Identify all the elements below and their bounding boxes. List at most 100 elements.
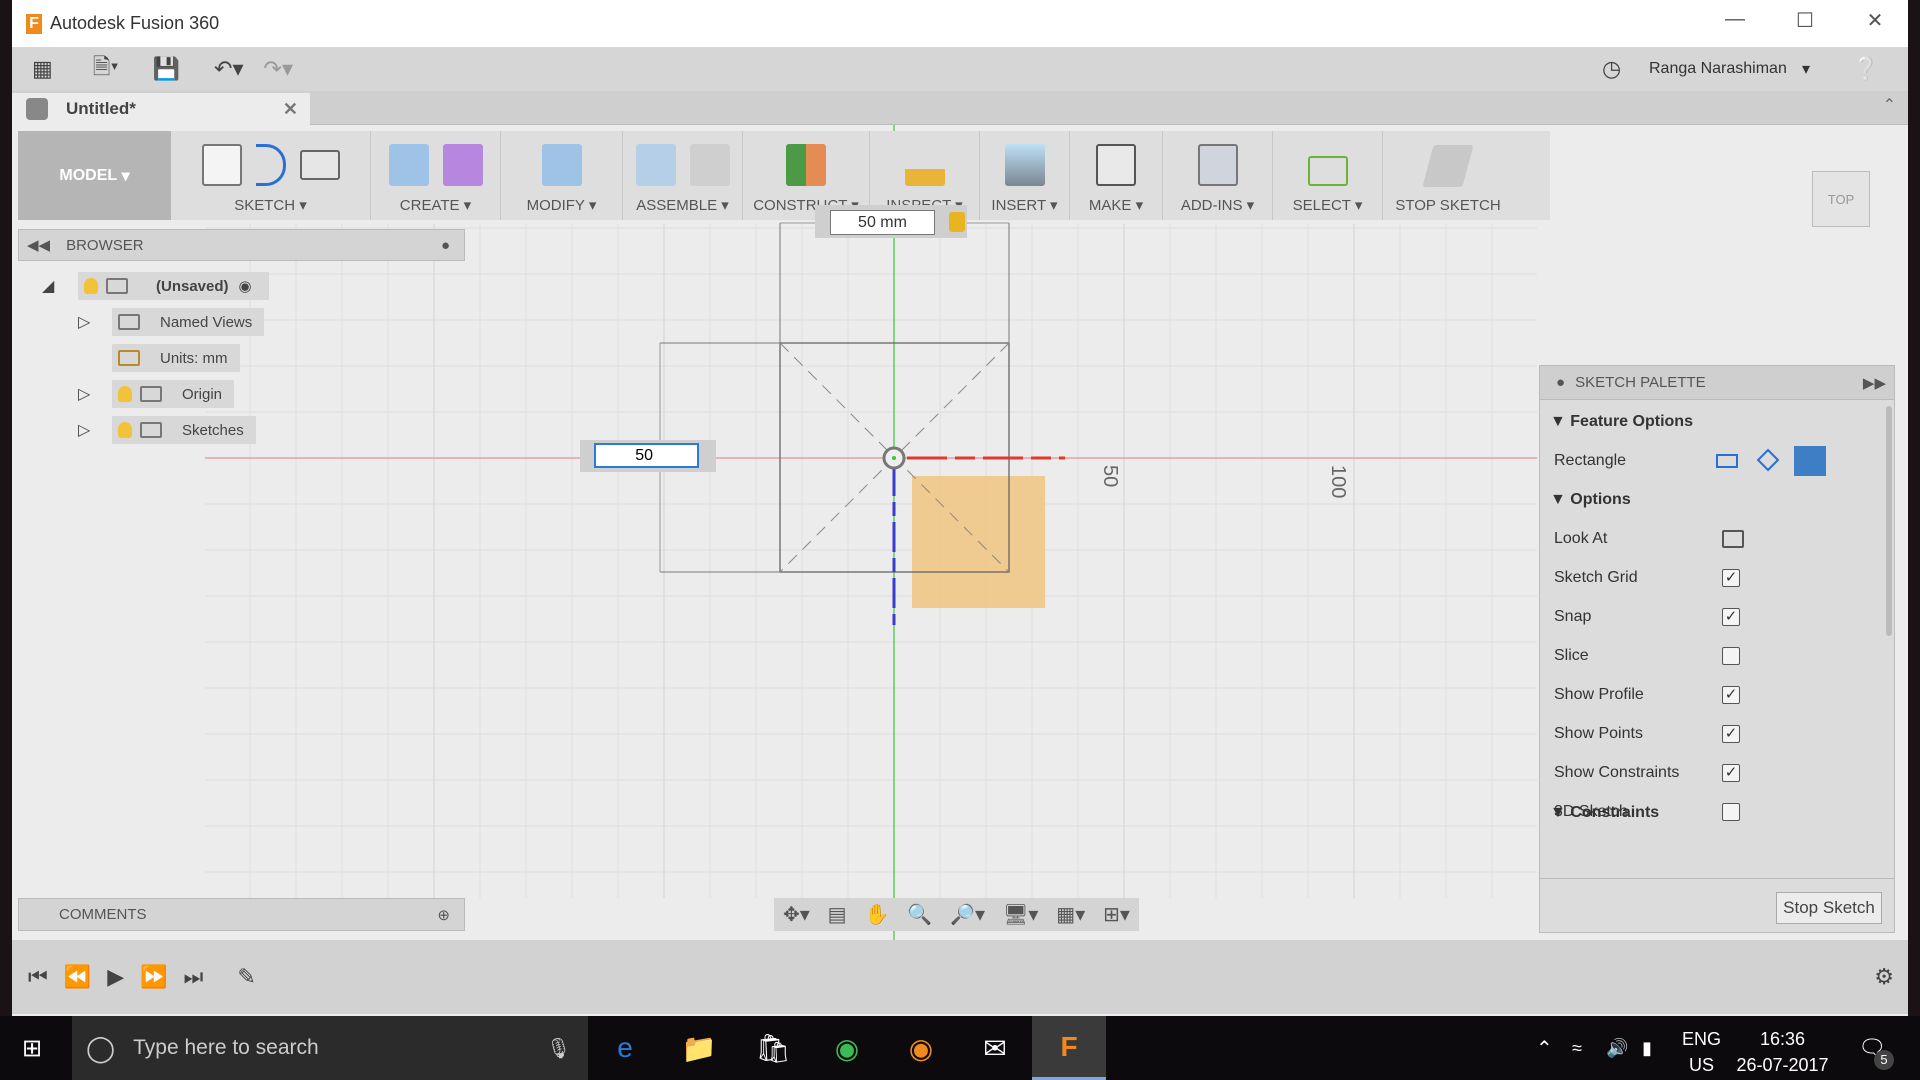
expand-triangle-icon[interactable]: ▷ (78, 420, 100, 440)
feature-options-section[interactable]: ▼ Feature Options (1540, 405, 1880, 439)
modify-menu[interactable]: MODIFY ▾ (527, 196, 597, 214)
close-tab-icon[interactable]: ✕ (283, 99, 298, 120)
select-menu[interactable]: SELECT ▾ (1293, 196, 1363, 214)
browser-item-named-views[interactable]: ▷ Named Views (78, 308, 265, 336)
browser-minimize-icon[interactable]: ● (441, 237, 450, 254)
scripts-addins-icon[interactable] (1197, 144, 1238, 186)
battery-icon[interactable]: ▮ (1642, 1038, 1652, 1059)
save-icon[interactable]: 💾 (153, 56, 180, 82)
windows-start-icon[interactable]: ⊞ (22, 1034, 42, 1063)
horizontal-dimension-field[interactable]: 50 mm (830, 210, 935, 235)
go-to-end-icon[interactable]: ⏭ (184, 964, 204, 990)
view-cube[interactable]: TOP (1812, 171, 1870, 227)
palette-scrollbar[interactable] (1886, 406, 1892, 636)
go-to-start-icon[interactable]: ⏮ (28, 964, 48, 990)
option-checkbox[interactable]: ✓ (1722, 725, 1740, 743)
edge-browser-icon[interactable]: e (588, 1016, 662, 1080)
option-checkbox[interactable]: ✓ (1722, 686, 1740, 704)
three-point-rectangle-icon[interactable] (1756, 448, 1780, 472)
sketch-group[interactable]: SKETCH ▾ (171, 131, 371, 220)
visibility-bulb-icon[interactable] (118, 422, 132, 438)
browser-item-origin[interactable]: ▷ Origin (78, 380, 235, 408)
center-rectangle-icon[interactable] (1794, 446, 1826, 476)
user-menu-chevron-icon[interactable]: ▾ (1802, 59, 1810, 79)
options-section[interactable]: ▼ Options (1540, 483, 1880, 517)
viewports-icon[interactable]: ⊞▾ (1103, 902, 1130, 927)
undo-icon[interactable]: ↶▾ (214, 56, 243, 82)
insert-group[interactable]: INSERT ▾ (980, 131, 1070, 220)
new-component-icon[interactable] (635, 144, 676, 186)
rectangle-icon[interactable] (299, 150, 340, 180)
wifi-icon[interactable]: ≈ (1572, 1038, 1582, 1059)
clock[interactable]: 16:36 26-07-2017 (1735, 1026, 1830, 1078)
expand-triangle-icon[interactable]: ▷ (78, 312, 100, 332)
select-group[interactable]: SELECT ▾ (1273, 131, 1383, 220)
step-forward-icon[interactable]: ⏩ (140, 964, 167, 990)
add-comment-icon[interactable]: ⊕ (437, 906, 450, 924)
workspace-switcher[interactable]: MODEL ▾ (18, 131, 171, 220)
collapse-toolbar-chevron-icon[interactable]: ⌃ (1883, 95, 1896, 115)
data-panel-grid-icon[interactable]: ▦ (32, 56, 53, 82)
taskbar-search-box[interactable]: ◯ Type here to search 🎙 (72, 1016, 588, 1080)
offset-plane-icon[interactable] (786, 144, 826, 186)
3d-print-icon[interactable] (1096, 144, 1136, 186)
stop-sketch-button[interactable]: Stop Sketch (1776, 892, 1882, 924)
modify-group[interactable]: MODIFY ▾ (501, 131, 623, 220)
look-at-icon[interactable] (1722, 530, 1744, 548)
measure-icon[interactable] (904, 144, 945, 186)
insert-image-icon[interactable] (1004, 144, 1045, 186)
document-tab[interactable]: Untitled* ✕ (12, 93, 310, 125)
browser-panel-header[interactable]: ◀◀ BROWSER ● (18, 229, 465, 261)
fit-icon[interactable]: 🔎▾ (950, 902, 985, 927)
make-menu[interactable]: MAKE ▾ (1089, 196, 1143, 214)
assemble-menu[interactable]: ASSEMBLE ▾ (636, 196, 729, 214)
blender-icon[interactable]: ◉ (884, 1016, 958, 1080)
expand-triangle-icon[interactable]: ▷ (78, 384, 100, 404)
mail-icon[interactable]: ✉ (958, 1016, 1032, 1080)
show-hidden-icons-chevron[interactable]: ⌃ (1536, 1036, 1553, 1061)
option-checkbox[interactable]: ✓ (1722, 608, 1740, 626)
minimize-button[interactable]: — (1712, 8, 1758, 38)
orbit-icon[interactable]: ✥▾ (783, 902, 810, 927)
addins-menu[interactable]: ADD-INS ▾ (1181, 196, 1254, 214)
chrome-icon[interactable]: ◉ (810, 1016, 884, 1080)
arc-icon[interactable] (255, 144, 286, 186)
extrude-icon[interactable] (388, 144, 429, 186)
stop-sketch-label[interactable]: STOP SKETCH (1395, 197, 1500, 214)
create-sketch-icon[interactable] (201, 144, 242, 186)
press-pull-icon[interactable] (541, 144, 582, 186)
lock-icon[interactable] (949, 212, 965, 232)
vertical-dimension-input[interactable] (594, 443, 699, 468)
browser-root-node[interactable]: ◢ (Unsaved) ◉ (42, 272, 269, 300)
activate-radio-icon[interactable]: ◉ (239, 277, 252, 295)
stop-sketch-group[interactable]: STOP SKETCH (1383, 131, 1513, 220)
store-icon[interactable]: 🛍 (736, 1016, 810, 1080)
option-checkbox[interactable] (1722, 647, 1740, 665)
browser-item-sketches[interactable]: ▷ Sketches (78, 416, 256, 444)
create-group[interactable]: CREATE ▾ (371, 131, 501, 220)
pan-hand-icon[interactable]: ✋ (864, 902, 889, 927)
look-at-icon[interactable]: ▤ (828, 902, 847, 927)
user-account-menu[interactable]: Ranga Narashiman (1649, 60, 1787, 78)
microphone-icon[interactable]: 🎙 (546, 1036, 571, 1061)
constraints-section[interactable]: ▼ Constraints (1540, 796, 1880, 830)
step-back-icon[interactable]: ⏪ (64, 964, 91, 990)
job-status-clock-icon[interactable]: ◷ (1602, 56, 1621, 82)
option-checkbox[interactable]: ✓ (1722, 569, 1740, 587)
redo-icon[interactable]: ↷▾ (264, 56, 293, 82)
assemble-group[interactable]: ASSEMBLE ▾ (623, 131, 743, 220)
file-menu-icon[interactable]: 🗎▾ (93, 50, 119, 88)
palette-minimize-icon[interactable]: ● (1556, 374, 1565, 391)
zoom-icon[interactable]: 🔍 (907, 902, 932, 927)
grid-settings-icon[interactable]: ▦▾ (1056, 902, 1085, 927)
close-window-button[interactable]: ✕ (1852, 8, 1898, 38)
make-group[interactable]: MAKE ▾ (1070, 131, 1163, 220)
file-explorer-icon[interactable]: 📁 (662, 1016, 736, 1080)
visibility-bulb-icon[interactable] (84, 278, 98, 294)
addins-group[interactable]: ADD-INS ▾ (1163, 131, 1273, 220)
maximize-button[interactable]: ☐ (1782, 8, 1828, 38)
two-point-rectangle-icon[interactable] (1716, 454, 1738, 468)
select-icon[interactable] (1307, 156, 1348, 186)
timeline-settings-gear-icon[interactable]: ⚙ (1874, 964, 1894, 990)
volume-icon[interactable]: 🔊 (1606, 1038, 1628, 1059)
